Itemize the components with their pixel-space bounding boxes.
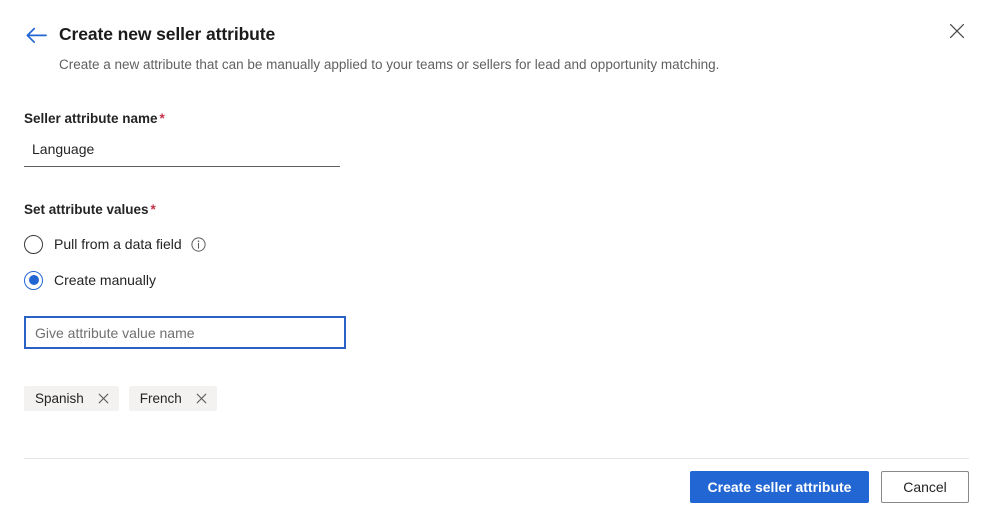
required-asterisk: * (160, 111, 165, 126)
seller-attribute-name-input[interactable] (24, 133, 340, 167)
close-button[interactable] (941, 15, 973, 47)
radio-create-manually-label: Create manually (54, 270, 156, 290)
radio-pull-from-data-field[interactable]: Pull from a data field (24, 233, 206, 255)
chip-spanish[interactable]: Spanish (24, 386, 119, 411)
chip-label: Spanish (35, 386, 84, 411)
attribute-value-input[interactable] (24, 316, 346, 349)
required-asterisk: * (151, 202, 156, 217)
create-seller-attribute-button[interactable]: Create seller attribute (690, 471, 869, 503)
page-title: Create new seller attribute (59, 21, 275, 47)
seller-attribute-name-label-text: Seller attribute name (24, 111, 158, 126)
chip-label: French (140, 386, 182, 411)
radio-indicator-unselected[interactable] (24, 235, 43, 254)
close-icon[interactable] (194, 391, 210, 407)
panel-header: Create new seller attribute Create a new… (0, 0, 991, 92)
footer-actions: Create seller attribute Cancel (690, 471, 969, 503)
seller-attribute-name-label: Seller attribute name* (24, 110, 165, 128)
radio-create-manually[interactable]: Create manually (24, 269, 156, 291)
back-button[interactable] (20, 20, 52, 50)
radio-indicator-selected[interactable] (24, 271, 43, 290)
attribute-value-chip-list: Spanish French (24, 386, 217, 411)
page-subtitle: Create a new attribute that can be manua… (59, 55, 719, 74)
footer-divider (24, 458, 969, 459)
close-icon[interactable] (96, 391, 112, 407)
set-attribute-values-label-text: Set attribute values (24, 202, 149, 217)
radio-pull-from-data-field-label: Pull from a data field (54, 234, 182, 254)
cancel-button[interactable]: Cancel (881, 471, 969, 503)
info-icon[interactable] (191, 237, 206, 252)
chip-french[interactable]: French (129, 386, 217, 411)
close-icon (949, 23, 965, 39)
arrow-left-icon (26, 27, 47, 44)
set-attribute-values-label: Set attribute values* (24, 201, 156, 219)
